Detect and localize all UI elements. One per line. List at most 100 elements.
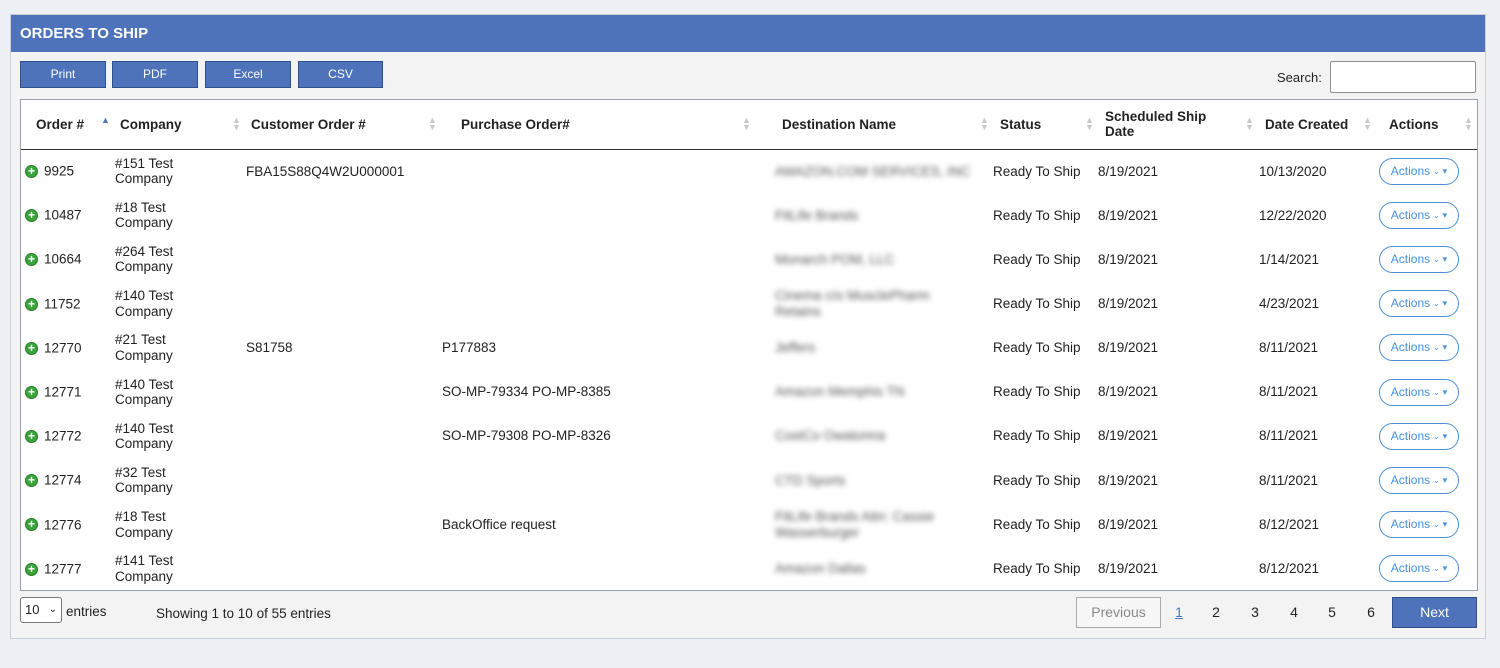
pdf-button[interactable]: PDF (112, 61, 198, 88)
table-row: +12772 #140 Test Company SO-MP-79308 PO-MP… (21, 414, 1477, 458)
cell-destination: Jeffers (755, 326, 993, 370)
plus-circle-icon[interactable]: + (25, 518, 38, 532)
cell-destination: Amazon Memphis TN (755, 370, 993, 414)
page-length-select[interactable]: 10 ⌄ (20, 597, 62, 623)
page-5-link[interactable]: 5 (1317, 597, 1347, 628)
cell-destination: Amazon Dallas (755, 547, 993, 590)
actions-dropdown-button[interactable]: Actions ⌄ ▾ (1379, 466, 1459, 494)
order-number: 12774 (44, 473, 82, 488)
cell-company: #151 Test Company (115, 155, 174, 187)
cell-date-created: 8/11/2021 (1259, 472, 1319, 488)
cell-destination: Cinema c/o MusclePharm Retains (755, 282, 993, 326)
col-header-customer-order[interactable]: Customer Order # ▲ ▼ (245, 100, 441, 150)
cell-order: +12774 (21, 458, 114, 502)
caret-down-icon: ⌄ ▾ (1430, 209, 1448, 220)
col-header-status[interactable]: Status ▲ ▼ (993, 100, 1098, 150)
plus-circle-icon[interactable]: + (25, 297, 38, 311)
actions-dropdown-button[interactable]: Actions ⌄ ▾ (1379, 555, 1459, 583)
actions-dropdown-button[interactable]: Actions ⌄ ▾ (1379, 290, 1459, 318)
next-button[interactable]: Next (1392, 597, 1477, 628)
actions-dropdown-button[interactable]: Actions ⌄ ▾ (1379, 422, 1459, 450)
table-row: +10664 #264 Test Company Monarch POM, LLC R… (21, 237, 1477, 281)
csv-button[interactable]: CSV (298, 61, 383, 88)
plus-circle-icon[interactable]: + (25, 385, 38, 399)
actions-dropdown-button[interactable]: Actions ⌄ ▾ (1379, 201, 1459, 229)
actions-dropdown-button[interactable]: Actions ⌄ ▾ (1379, 157, 1459, 185)
actions-dropdown-button[interactable]: Actions ⌄ ▾ (1379, 334, 1459, 362)
sort-arrows-icon: ▲ ▼ (1085, 115, 1094, 132)
panel-title: ORDERS TO SHIP (11, 15, 1485, 52)
page-6-link[interactable]: 6 (1356, 597, 1386, 628)
page-4-link[interactable]: 4 (1279, 597, 1309, 628)
table-info: Showing 1 to 10 of 55 entries (156, 606, 331, 621)
cell-status: Ready To Ship (993, 472, 1081, 488)
actions-dropdown-button[interactable]: Actions ⌄ ▾ (1379, 245, 1459, 273)
destination-name: FitLife Brands (775, 207, 859, 223)
plus-circle-icon[interactable]: + (25, 430, 38, 444)
cell-status: Ready To Ship (993, 340, 1081, 356)
actions-dropdown-button[interactable]: Actions ⌄ ▾ (1379, 511, 1459, 539)
cell-destination: AMAZON.COM SERVICES, INC (755, 149, 993, 193)
cell-ship-date: 8/19/2021 (1098, 295, 1159, 311)
cell-destination: Monarch POM, LLC (755, 237, 993, 281)
previous-button[interactable]: Previous (1076, 597, 1161, 628)
cell-date-created: 8/12/2021 (1259, 561, 1320, 577)
cell-ship-date: 8/19/2021 (1098, 561, 1159, 577)
plus-circle-icon[interactable]: + (25, 209, 38, 223)
print-button[interactable]: Print (20, 61, 106, 88)
page-1-link[interactable]: 1 (1164, 597, 1194, 628)
cell-company: #264 Test Company (115, 243, 174, 275)
col-header-purchase-order[interactable]: Purchase Order# ▲ ▼ (441, 100, 755, 150)
plus-circle-icon[interactable]: + (25, 165, 38, 179)
destination-name: FitLife Brands Attn: Cassie Wasserburger (775, 509, 935, 540)
table-row: +12776 #18 Test Company BackOffice request… (21, 503, 1477, 547)
cell-actions: Actions ⌄ ▾ (1376, 547, 1477, 590)
caret-down-icon: ⌄ ▾ (1430, 386, 1448, 397)
order-number: 12772 (44, 428, 82, 444)
plus-circle-icon[interactable]: + (25, 474, 38, 488)
plus-circle-icon[interactable]: + (25, 562, 38, 576)
destination-name: Jeffers (775, 340, 816, 356)
order-number: 10487 (44, 207, 82, 223)
cell-actions: Actions ⌄ ▾ (1376, 193, 1477, 237)
caret-down-icon: ⌄ ▾ (1430, 430, 1448, 441)
caret-down-icon: ⌄ ▾ (1430, 253, 1448, 264)
cell-actions: Actions ⌄ ▾ (1376, 326, 1477, 370)
plus-circle-icon[interactable]: + (25, 341, 38, 355)
cell-purchase-order (441, 149, 755, 193)
col-header-order[interactable]: Order # ▲ (21, 100, 114, 150)
cell-purchase-order: SO-MP-79334 PO-MP-8385 (442, 384, 611, 400)
col-header-company[interactable]: Company ▲ ▼ (114, 100, 245, 150)
page-2-link[interactable]: 2 (1201, 597, 1231, 628)
col-header-destination[interactable]: Destination Name ▲ ▼ (755, 100, 993, 150)
page-3-link[interactable]: 3 (1240, 597, 1270, 628)
excel-button[interactable]: Excel (205, 61, 291, 88)
table-row: +11752 #140 Test Company Cinema c/o Muscle… (21, 282, 1477, 326)
cell-purchase-order (441, 193, 755, 237)
table-row: +10487 #18 Test Company FitLife Brands Read… (21, 193, 1477, 237)
caret-down-icon: ⌄ ▾ (1430, 563, 1448, 574)
cell-date-created: 12/22/2020 (1259, 207, 1327, 223)
cell-order: +12771 (21, 370, 114, 414)
cell-customer-order (245, 503, 441, 547)
order-number: 10664 (44, 252, 82, 268)
cell-order: +10664 (21, 237, 114, 281)
cell-company: #18 Test Company (115, 509, 173, 540)
search-input[interactable] (1330, 61, 1476, 93)
entries-label: entries (66, 604, 107, 619)
cell-customer-order (245, 414, 441, 458)
actions-dropdown-button[interactable]: Actions ⌄ ▾ (1379, 378, 1459, 406)
cell-order: +10487 (21, 193, 114, 237)
col-header-actions[interactable]: Actions ▲ ▼ (1376, 100, 1477, 150)
cell-order: +11752 (21, 282, 114, 326)
plus-circle-icon[interactable]: + (25, 253, 38, 267)
caret-down-icon: ⌄ ▾ (1430, 165, 1448, 176)
caret-down-icon: ⌄ ▾ (1430, 298, 1448, 309)
cell-status: Ready To Ship (993, 384, 1081, 400)
cell-actions: Actions ⌄ ▾ (1376, 237, 1477, 281)
cell-status: Ready To Ship (993, 516, 1081, 532)
cell-status: Ready To Ship (993, 295, 1081, 311)
col-header-ship-date[interactable]: Scheduled Ship Date ▲ ▼ (1098, 100, 1258, 150)
cell-purchase-order (441, 282, 755, 326)
col-header-date-created[interactable]: Date Created ▲ ▼ (1258, 100, 1376, 150)
